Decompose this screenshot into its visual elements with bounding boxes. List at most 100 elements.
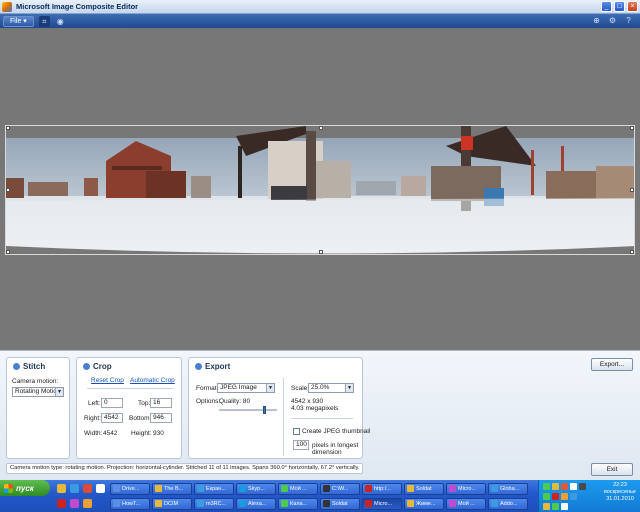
automatic-crop-link[interactable]: Automatic Crop <box>130 377 175 384</box>
maximize-button[interactable]: □ <box>614 1 625 12</box>
crop-handle-bottom-right[interactable] <box>630 250 634 254</box>
taskbar-button-label: Мой ... <box>290 486 307 492</box>
media-icon[interactable] <box>70 499 79 508</box>
top-field[interactable]: 16 <box>150 398 172 408</box>
taskbar-button[interactable]: The B... <box>152 483 192 495</box>
taskbar-button[interactable]: Skyp... <box>236 483 276 495</box>
camera-motion-label: Camera motion: <box>12 378 59 385</box>
app-icon <box>197 485 204 492</box>
ie-icon[interactable] <box>70 484 79 493</box>
taskbar-button[interactable]: C:\W... <box>320 483 360 495</box>
opera-icon[interactable] <box>83 484 92 493</box>
bottom-field[interactable]: 946 <box>150 413 172 423</box>
taskbar-button-label: Addo... <box>500 501 518 507</box>
update-icon[interactable] <box>561 483 568 490</box>
format-select[interactable]: JPEG Image ▼ <box>217 383 275 393</box>
thumbnail-size-desc-2: dimension <box>312 449 342 456</box>
help-icon[interactable]: ? <box>623 15 634 26</box>
taskbar-button[interactable]: Alexa... <box>236 498 276 510</box>
taskbar-button[interactable]: Drive... <box>110 483 150 495</box>
settings-icon[interactable]: ⚙ <box>607 15 618 26</box>
crop-handle-bottom-left[interactable] <box>6 250 10 254</box>
taskbar-button[interactable]: HowT... <box>110 498 150 510</box>
bluetooth-icon[interactable] <box>570 493 577 500</box>
exit-button[interactable]: Exit <box>591 463 633 476</box>
clock[interactable]: 22:23 воскресенье 31.01.2010 <box>604 482 636 503</box>
crop-handle-top-right[interactable] <box>630 126 634 130</box>
zoom-icon[interactable]: ⊕ <box>591 15 602 26</box>
file-menu-label: File <box>10 17 22 25</box>
exit-button-label: Exit <box>606 466 618 473</box>
taskbar-button[interactable]: Жиме... <box>404 498 444 510</box>
crop-handle-right[interactable] <box>630 188 634 192</box>
battery-icon[interactable] <box>561 493 568 500</box>
crop-handle-bottom[interactable] <box>319 250 323 254</box>
taskbar-button[interactable]: Екран... <box>194 483 234 495</box>
notepad-icon[interactable] <box>96 484 105 493</box>
panorama-image[interactable] <box>5 125 635 255</box>
taskbar-button[interactable]: Мой ... <box>278 483 318 495</box>
taskbar-button-label: Мой ... <box>458 501 475 507</box>
taskbar-button[interactable]: DCIM <box>152 498 192 510</box>
icq-icon[interactable] <box>543 493 550 500</box>
taskbar-button[interactable]: Soldat <box>404 483 444 495</box>
taskbar-button-label: Drive... <box>122 486 140 492</box>
reset-crop-link[interactable]: Reset Crop <box>91 377 124 384</box>
quality-slider-thumb[interactable] <box>263 406 266 414</box>
minimize-button[interactable]: _ <box>601 1 612 12</box>
globe-icon[interactable]: ◉ <box>55 16 66 27</box>
taskbar-button[interactable]: Micro... <box>362 498 402 510</box>
start-label: пуск <box>16 483 34 493</box>
taskbar-button[interactable]: http:/... <box>362 483 402 495</box>
torrent-icon[interactable] <box>552 493 559 500</box>
export-button-label: Export... <box>599 361 625 368</box>
app-icon <box>449 500 456 507</box>
taskbar-button[interactable]: Soldat <box>320 498 360 510</box>
quality-slider[interactable] <box>219 409 277 411</box>
crop-handle-top[interactable] <box>319 126 323 130</box>
jpeg-thumbnail-checkbox[interactable] <box>293 428 300 435</box>
export-button[interactable]: Export... <box>591 358 633 371</box>
taskbar-button[interactable]: Globa... <box>488 483 528 495</box>
start-button[interactable]: пуск <box>0 480 50 496</box>
shield-icon[interactable] <box>552 483 559 490</box>
divider <box>87 388 173 389</box>
bottom-label: Bottom: <box>129 415 152 422</box>
title-bar: Microsoft Image Composite Editor _ □ × <box>0 0 640 14</box>
file-menu-button[interactable]: File ▾ <box>3 15 34 27</box>
crop-handle-left[interactable] <box>6 188 10 192</box>
network-icon[interactable] <box>543 483 550 490</box>
right-field[interactable]: 4542 <box>101 413 123 423</box>
app-icon <box>407 500 414 507</box>
volume-icon[interactable] <box>579 483 586 490</box>
taskbar-button[interactable]: Кала... <box>278 498 318 510</box>
toolbar-right-icons: ⊕ ⚙ ? <box>591 15 634 26</box>
app-icon <box>491 485 498 492</box>
thumbnail-size-field[interactable]: 100 <box>293 440 309 450</box>
close-button[interactable]: × <box>627 1 638 12</box>
taskbar-button[interactable]: Мой ... <box>446 498 486 510</box>
folder-icon[interactable] <box>57 484 66 493</box>
scale-label: Scale: <box>291 385 310 392</box>
skype-icon[interactable] <box>570 483 577 490</box>
app-icon <box>113 500 120 507</box>
display-icon[interactable] <box>552 503 559 510</box>
usb-icon[interactable] <box>561 503 568 510</box>
scale-select[interactable]: 25.0% ▼ <box>308 383 354 393</box>
keyboard-icon[interactable] <box>543 503 550 510</box>
taskbar-button[interactable]: Addo... <box>488 498 528 510</box>
camera-motion-select[interactable]: Rotating Motion ▼ <box>12 387 64 397</box>
left-field[interactable]: 0 <box>101 398 123 408</box>
chevron-down-icon: ▼ <box>266 384 274 392</box>
taskbar-button[interactable]: m3RC... <box>194 498 234 510</box>
canvas-area[interactable] <box>0 28 640 350</box>
tools-icon[interactable] <box>83 499 92 508</box>
antivirus-icon[interactable] <box>57 499 66 508</box>
taskbar-button[interactable]: Micro... <box>446 483 486 495</box>
thumbnail-size-desc: pixels in longest <box>312 442 359 449</box>
crop-tool-icon[interactable]: ⌗ <box>38 15 50 27</box>
app-icon <box>239 500 246 507</box>
export-icon <box>195 363 202 370</box>
crop-handle-top-left[interactable] <box>6 126 10 130</box>
app-icon <box>449 485 456 492</box>
